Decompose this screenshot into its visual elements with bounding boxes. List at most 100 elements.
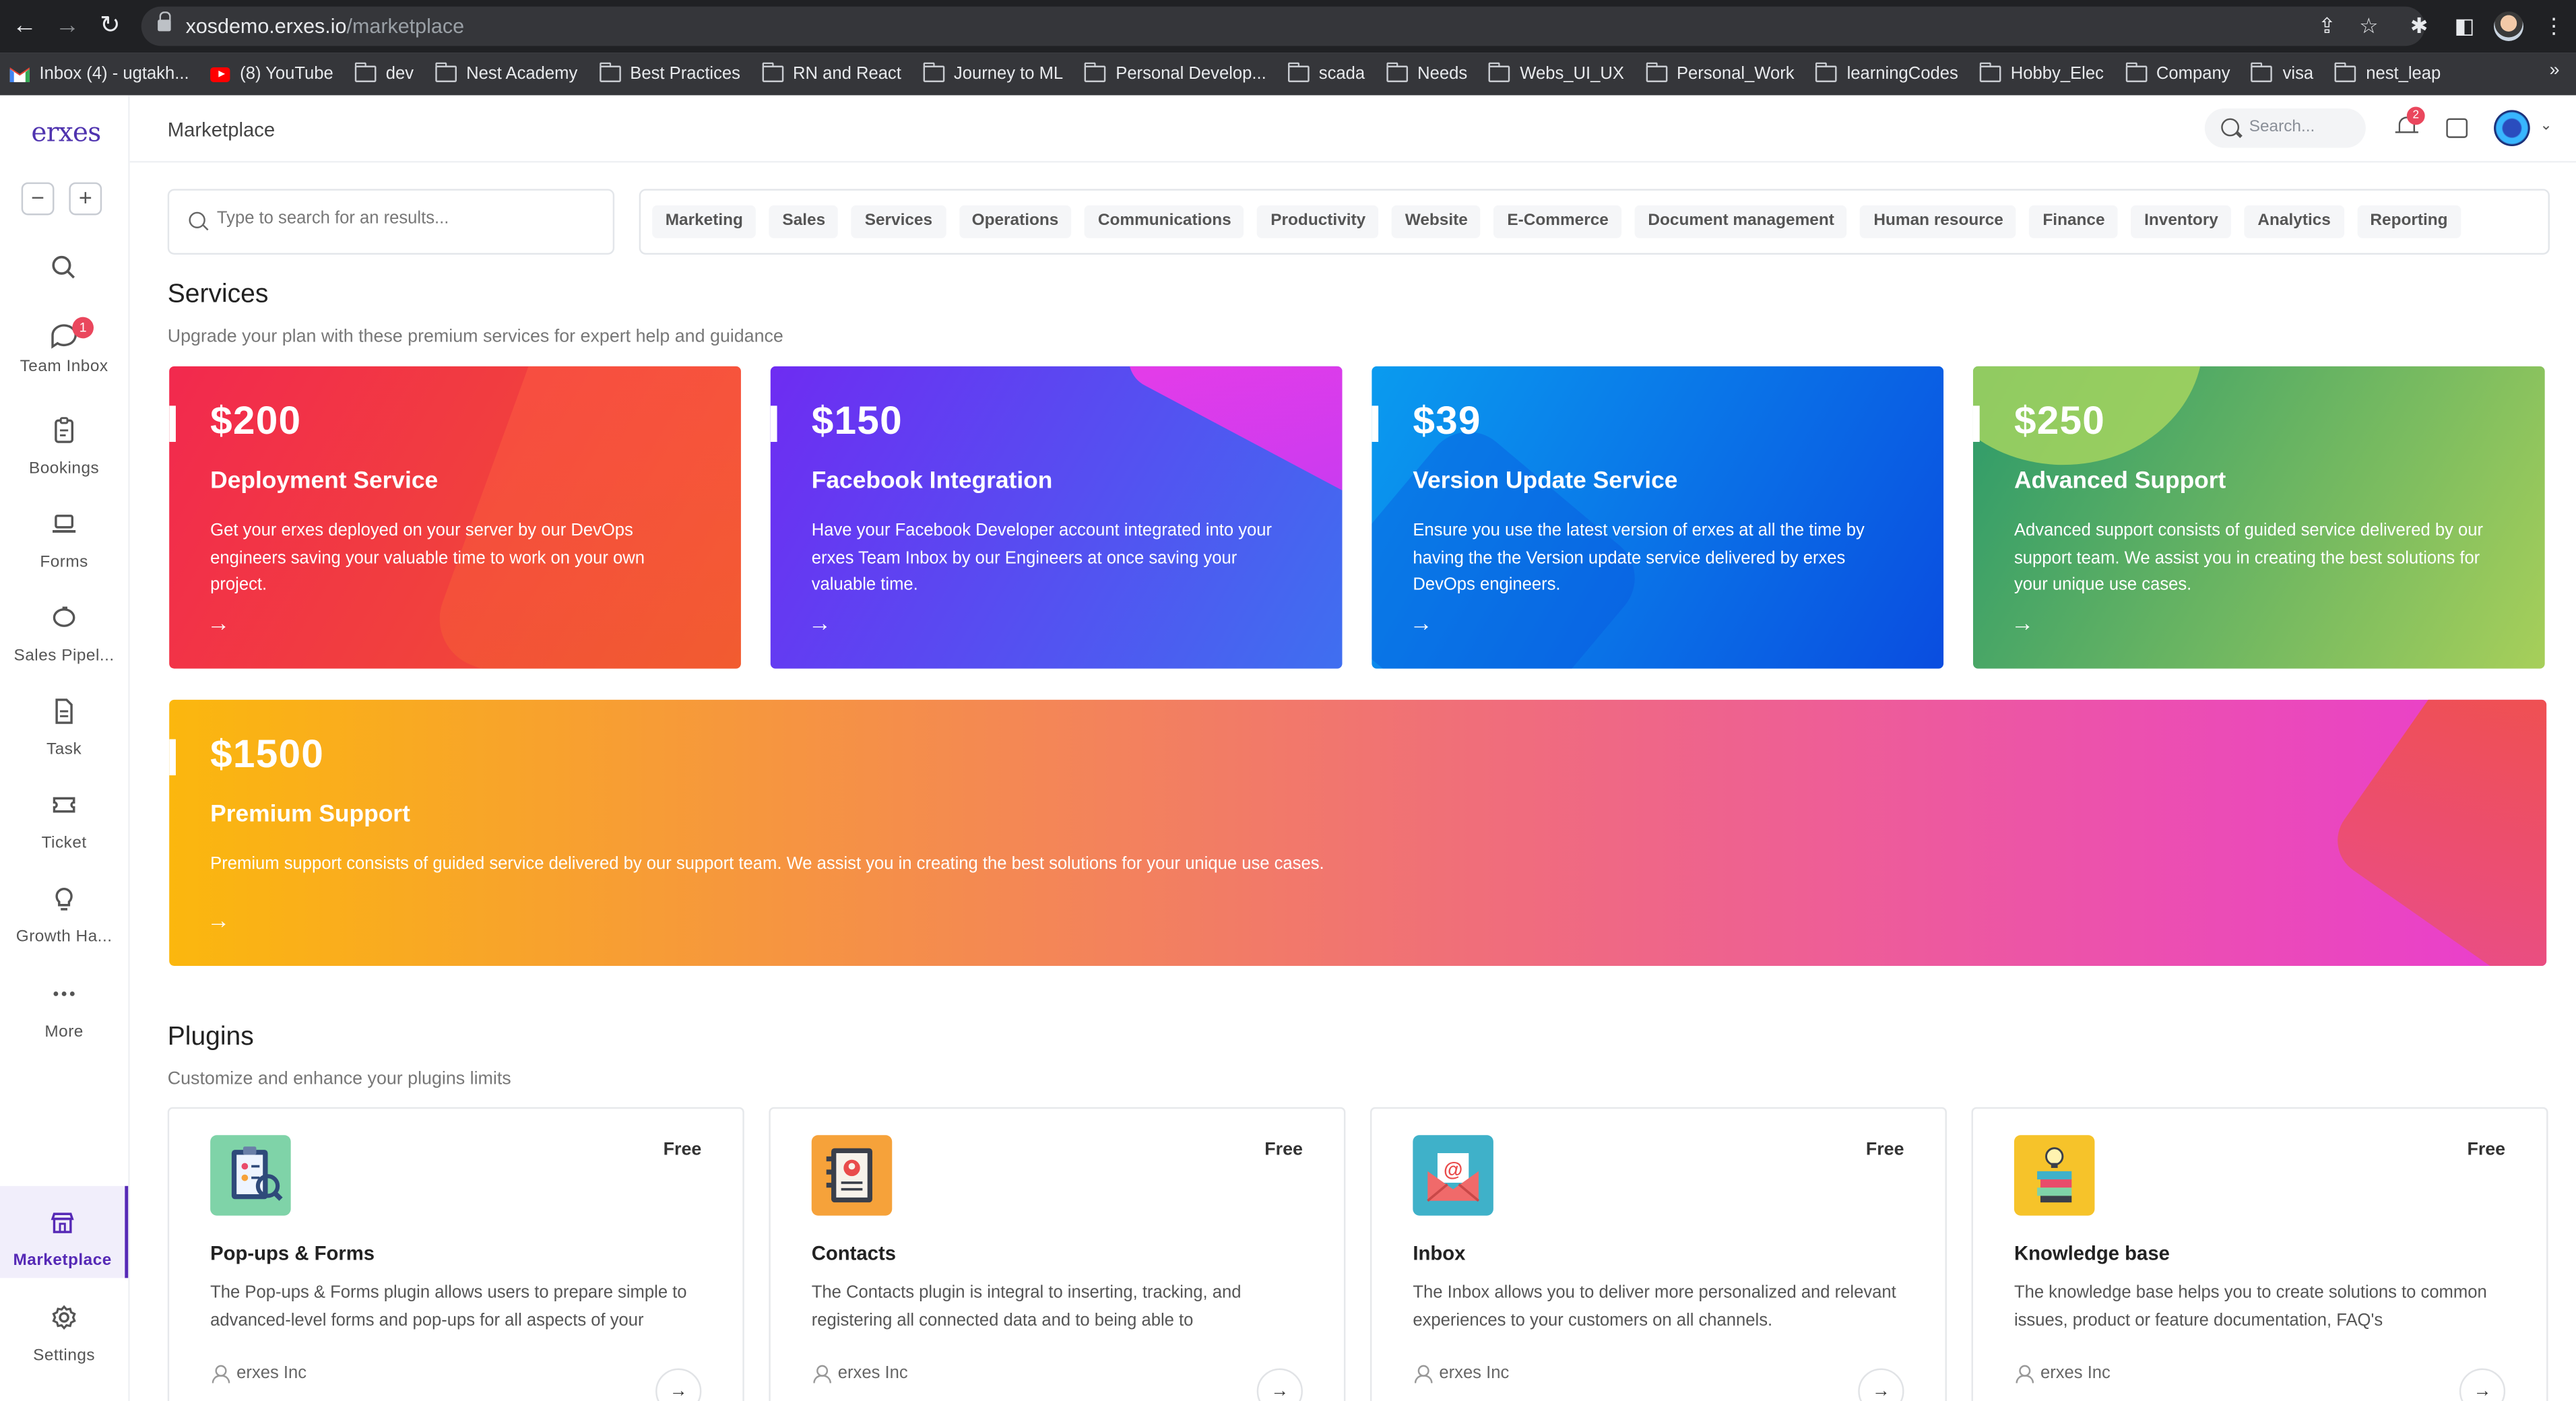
bookmark-item[interactable]: Hobby_Elec — [1979, 61, 2104, 87]
sidebar-item-settings[interactable]: Settings — [0, 1301, 128, 1365]
user-avatar[interactable] — [2494, 110, 2530, 147]
service-card-advanced-support[interactable]: $250 Advanced Support Advanced support c… — [1972, 366, 2545, 669]
chat-icon[interactable] — [2446, 118, 2468, 138]
side-panel-icon[interactable]: ◧ — [2455, 13, 2475, 40]
category-chip[interactable]: Website — [1392, 205, 1481, 238]
bookmark-item[interactable]: Nest Academy — [434, 61, 577, 87]
bookmark-item[interactable]: Webs_UI_UX — [1488, 61, 1624, 87]
service-card-facebook[interactable]: $150 Facebook Integration Have your Face… — [770, 366, 1343, 669]
plugin-price: Free — [1264, 1140, 1303, 1160]
arrow-right-icon[interactable]: → — [207, 610, 230, 636]
lock-icon — [158, 11, 171, 33]
back-arrow-icon[interactable]: ← — [10, 11, 40, 41]
service-name: Advanced Support — [2014, 468, 2226, 495]
category-chip[interactable]: Analytics — [2244, 205, 2344, 238]
plugin-card-inbox[interactable]: @ Free Inbox The Inbox allows you to del… — [1370, 1107, 1947, 1401]
erxes-logo[interactable]: erxes — [31, 117, 101, 148]
plugin-open-button[interactable]: → — [1256, 1368, 1303, 1401]
sidebar-item-growth-hacking[interactable]: Growth Ha... — [0, 882, 128, 946]
address-bar[interactable]: xosdemo.erxes.io/marketplace ⇪ ☆ — [141, 6, 2425, 46]
arrow-right-icon[interactable]: → — [207, 907, 230, 933]
plugin-price: Free — [1865, 1140, 1904, 1160]
category-chip[interactable]: Services — [851, 205, 946, 238]
category-chip[interactable]: Productivity — [1257, 205, 1379, 238]
sidebar-item-task[interactable]: Task — [0, 695, 128, 759]
profile-avatar-icon[interactable] — [2494, 11, 2523, 41]
plugin-open-button[interactable]: → — [655, 1368, 702, 1401]
sidebar-search-icon[interactable] — [0, 251, 128, 292]
bookmark-item[interactable]: RN and React — [761, 61, 901, 87]
service-card-premium-support[interactable]: $1500 Premium Support Premium support co… — [169, 699, 2547, 967]
plugin-card-popups-forms[interactable]: Free Pop-ups & Forms The Pop-ups & Forms… — [167, 1107, 744, 1401]
card-decoration — [1118, 366, 1343, 526]
bookmark-item[interactable]: Company — [2125, 61, 2230, 87]
plugin-open-button[interactable]: → — [2459, 1368, 2506, 1401]
piggy-bank-icon — [53, 606, 75, 627]
category-list: Marketing Sales Services Operations Communic… — [652, 205, 2461, 238]
share-icon[interactable]: ⇪ — [2318, 13, 2336, 40]
category-chip[interactable]: Document management — [1634, 205, 1848, 238]
marketplace-search-input[interactable] — [216, 208, 595, 228]
service-card-deployment[interactable]: $200 Deployment Service Get your erxes d… — [169, 366, 741, 669]
reload-icon[interactable]: ↻ — [95, 11, 125, 41]
bookmark-item[interactable]: Best Practices — [598, 61, 740, 87]
zoom-out-button[interactable]: − — [21, 182, 55, 216]
bookmark-item[interactable]: Personal Develop... — [1084, 61, 1266, 87]
marketplace-search — [167, 189, 615, 255]
category-filter-bar: Marketing Sales Services Operations Communic… — [639, 189, 2550, 255]
bookmark-item[interactable]: visa — [2251, 61, 2313, 87]
service-price: $150 — [811, 399, 903, 444]
bookmark-item[interactable]: scada — [1287, 61, 1365, 87]
bookmark-item[interactable]: nest_leap — [2334, 61, 2441, 87]
bookmark-label: Journey to ML — [953, 64, 1064, 84]
category-chip[interactable]: Sales — [769, 205, 839, 238]
category-chip[interactable]: E-Commerce — [1493, 205, 1622, 238]
category-chip[interactable]: Inventory — [2131, 205, 2232, 238]
arrow-right-icon[interactable]: → — [1409, 610, 1432, 636]
folder-icon — [434, 62, 457, 82]
category-chip[interactable]: Human resource — [1860, 205, 2017, 238]
card-marker — [1372, 405, 1379, 443]
books-lightbulb-icon — [2014, 1135, 2095, 1216]
bookmark-item[interactable]: dev — [354, 61, 414, 87]
plugin-open-button[interactable]: → — [1858, 1368, 1904, 1401]
forward-arrow-icon[interactable]: → — [53, 11, 82, 41]
sidebar-item-marketplace[interactable]: Marketplace — [0, 1185, 129, 1278]
youtube-icon — [210, 66, 230, 82]
bookmark-star-icon[interactable]: ☆ — [2359, 13, 2378, 40]
card-marker — [1972, 405, 1980, 443]
service-card-version-update[interactable]: $39 Version Update Service Ensure you us… — [1372, 366, 1944, 669]
plugin-card-contacts[interactable]: Free Contacts The Contacts plugin is int… — [769, 1107, 1346, 1401]
more-bookmarks-icon[interactable]: » — [2550, 61, 2560, 80]
category-chip[interactable]: Operations — [959, 205, 1072, 238]
bookmark-item[interactable]: (8) YouTube — [210, 61, 333, 87]
sidebar-item-team-inbox[interactable]: 1 Team Inbox — [0, 317, 128, 376]
arrow-right-icon[interactable]: → — [808, 610, 831, 636]
service-name: Premium Support — [210, 802, 410, 828]
top-header: Marketplace Search... 2 ⌄ — [129, 95, 2576, 163]
sidebar-item-more[interactable]: More — [0, 977, 128, 1041]
arrow-right-icon[interactable]: → — [2011, 610, 2034, 636]
bookmark-item[interactable]: Journey to ML — [922, 61, 1064, 87]
menu-kebab-icon[interactable]: ⋮ — [2543, 13, 2565, 40]
bookmark-item[interactable]: Needs — [1386, 61, 1467, 87]
zoom-in-button[interactable]: + — [69, 182, 102, 216]
bookmark-item[interactable]: Inbox (4) - ugtakh... — [9, 61, 189, 87]
extensions-puzzle-icon[interactable]: ✱ — [2410, 13, 2428, 40]
sidebar-item-forms[interactable]: Forms — [0, 508, 128, 572]
sidebar-item-sales-pipeline[interactable]: Sales Pipel... — [0, 601, 128, 665]
plugin-card-knowledge-base[interactable]: Free Knowledge base The knowledge base h… — [1971, 1107, 2548, 1401]
header-search-input[interactable]: Search... — [2204, 108, 2366, 148]
bookmark-item[interactable]: Personal_Work — [1645, 61, 1795, 87]
bookmark-label: Personal Develop... — [1116, 64, 1266, 84]
category-chip[interactable]: Marketing — [652, 205, 756, 238]
category-chip[interactable]: Reporting — [2356, 205, 2461, 238]
sidebar-item-bookings[interactable]: Bookings — [0, 414, 128, 478]
category-chip[interactable]: Communications — [1085, 205, 1245, 238]
category-chip[interactable]: Finance — [2029, 205, 2119, 238]
chevron-down-icon[interactable]: ⌄ — [2540, 117, 2552, 135]
bookmark-item[interactable]: learningCodes — [1815, 61, 1958, 87]
sidebar-item-ticket[interactable]: Ticket — [0, 789, 128, 853]
user-icon — [2016, 1365, 2034, 1383]
service-description: Advanced support consists of guided serv… — [2014, 521, 2484, 595]
